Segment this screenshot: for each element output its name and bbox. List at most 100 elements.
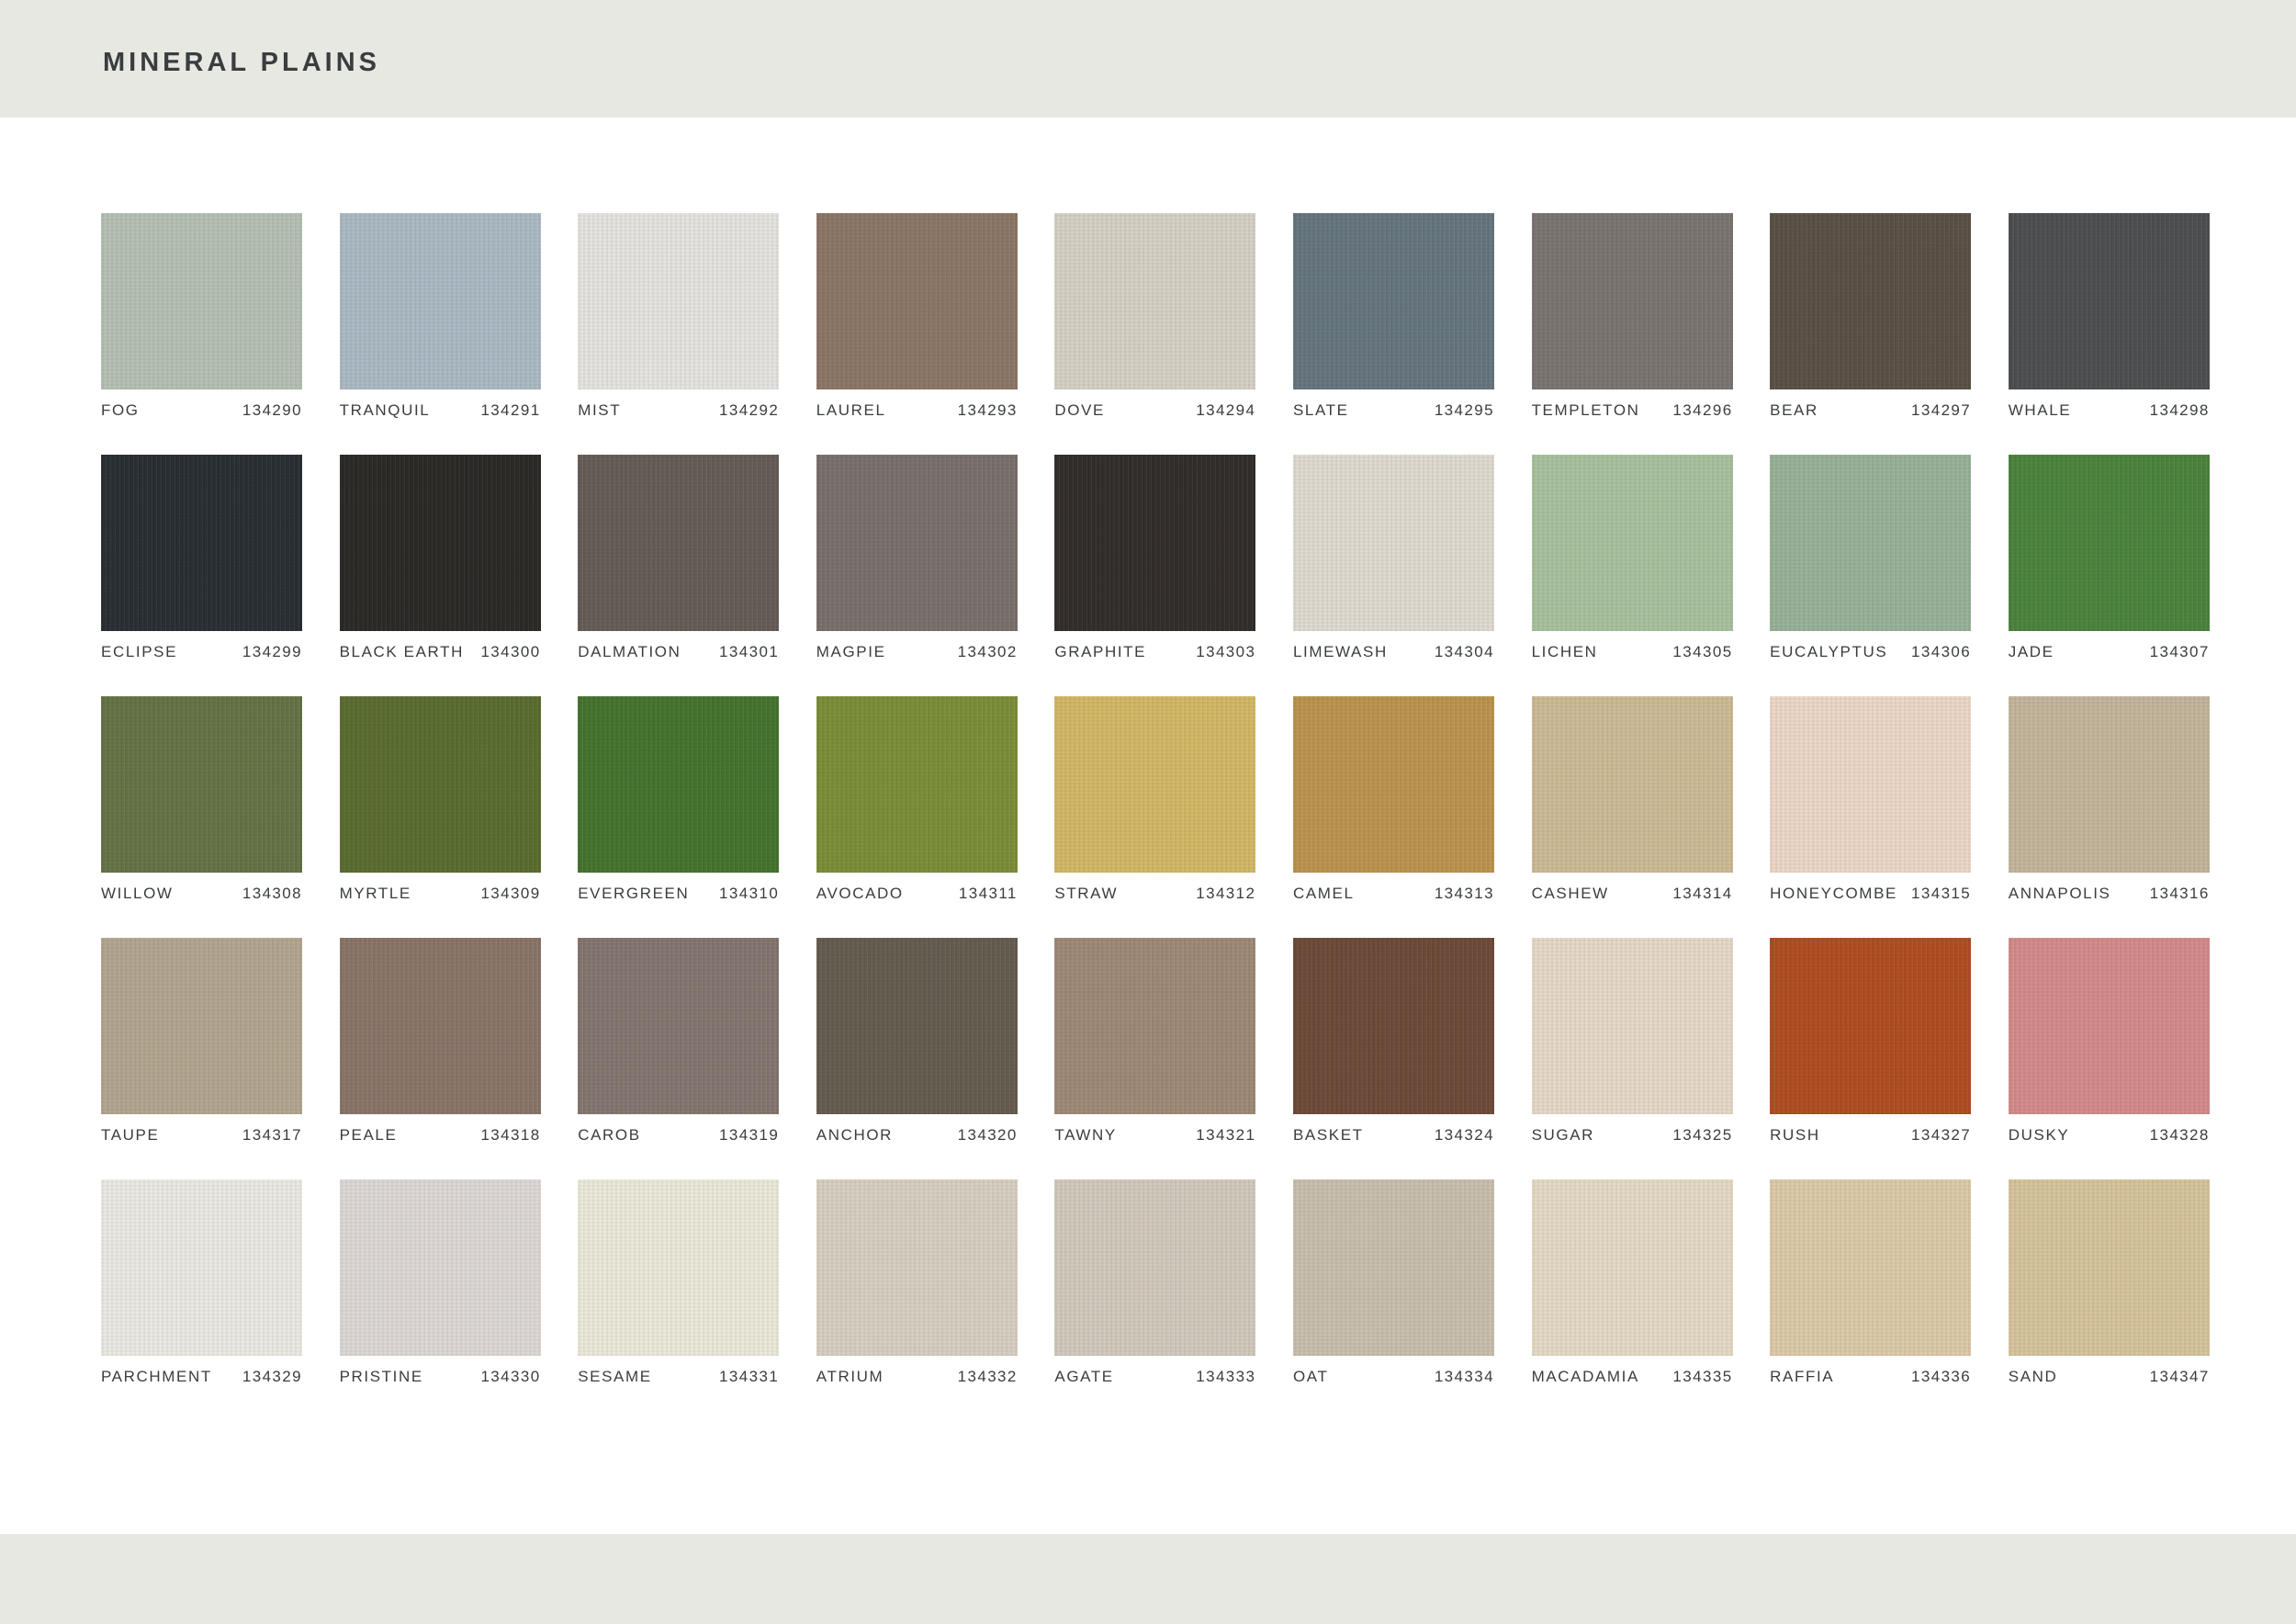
swatch-code: 134334	[1434, 1368, 1494, 1385]
swatch-card[interactable]: CAMEL 134313	[1292, 696, 1494, 938]
swatch-card[interactable]: PARCHMENT 134329	[101, 1179, 302, 1421]
swatch-name: JADE	[2008, 643, 2054, 660]
swatch-sample	[101, 696, 302, 873]
swatch-name: CASHEW	[1531, 885, 1609, 902]
swatch-card[interactable]: DUSKY 134328	[2008, 938, 2210, 1179]
swatch-card[interactable]: BLACK EARTH 134300	[339, 455, 541, 696]
swatch-card[interactable]: SAND 134347	[2008, 1179, 2210, 1421]
swatch-name: FOG	[101, 401, 140, 419]
swatch-code: 134302	[957, 643, 1018, 660]
swatch-name: TAUPE	[101, 1126, 160, 1144]
swatch-name: RUSH	[1770, 1126, 1820, 1144]
swatch-card[interactable]: SESAME 134331	[578, 1179, 780, 1421]
swatch-sample	[578, 696, 780, 873]
swatch-card[interactable]: TAUPE 134317	[101, 938, 302, 1179]
swatch-card[interactable]: DOVE 134294	[1054, 213, 1256, 455]
swatch-card[interactable]: WILLOW 134308	[101, 696, 302, 938]
swatch-card[interactable]: ANNAPOLIS 134316	[2008, 696, 2210, 938]
swatch-meta: TAWNY 134321	[1054, 1126, 1255, 1145]
swatch-meta: HONEYCOMBE 134315	[1770, 885, 1971, 903]
swatch-card[interactable]: FOG 134290	[101, 213, 302, 455]
swatch-meta: LICHEN 134305	[1532, 643, 1733, 661]
swatch-card[interactable]: ATRIUM 134332	[816, 1179, 1018, 1421]
swatch-card[interactable]: MIST 134292	[578, 213, 780, 455]
swatch-card[interactable]: EVERGREEN 134310	[578, 696, 780, 938]
swatch-code: 134300	[480, 643, 541, 660]
swatch-sample	[1770, 455, 1972, 631]
swatch-card[interactable]: WHALE 134298	[2008, 213, 2210, 455]
swatch-name: DUSKY	[2008, 1126, 2070, 1144]
swatch-meta: MIST 134292	[578, 401, 779, 420]
swatch-name: BASKET	[1292, 1126, 1364, 1144]
swatch-code: 134320	[957, 1126, 1018, 1144]
swatch-card[interactable]: EUCALYPTUS 134306	[1770, 455, 1972, 696]
swatch-code: 134319	[719, 1126, 780, 1144]
swatch-name: DOVE	[1054, 401, 1105, 419]
swatch-card[interactable]: PEALE 134318	[339, 938, 541, 1179]
swatch-name: SLATE	[1292, 401, 1349, 419]
swatch-card[interactable]: CASHEW 134314	[1531, 696, 1733, 938]
swatch-name: WILLOW	[101, 885, 174, 902]
swatch-code: 134290	[242, 401, 302, 419]
swatch-card[interactable]: LIMEWASH 134304	[1292, 455, 1494, 696]
swatch-name: BLACK EARTH	[339, 643, 464, 660]
swatch-meta: CAROB 134319	[578, 1126, 779, 1145]
swatch-card[interactable]: LICHEN 134305	[1531, 455, 1733, 696]
swatch-code: 134307	[2149, 643, 2210, 660]
swatch-meta: ANNAPOLIS 134316	[2009, 885, 2210, 903]
swatch-sample	[2008, 696, 2210, 873]
swatch-meta: DUSKY 134328	[2009, 1126, 2210, 1145]
swatch-meta: GRAPHITE 134303	[1054, 643, 1255, 661]
swatch-sample	[339, 213, 541, 389]
swatch-card[interactable]: MAGPIE 134302	[816, 455, 1018, 696]
swatch-code: 134308	[242, 885, 302, 902]
swatch-card[interactable]: PRISTINE 134330	[339, 1179, 541, 1421]
swatch-meta: WILLOW 134308	[101, 885, 302, 903]
swatch-code: 134311	[958, 885, 1018, 902]
swatch-sample	[1531, 938, 1733, 1114]
swatch-card[interactable]: CAROB 134319	[578, 938, 780, 1179]
swatch-card[interactable]: RAFFIA 134336	[1770, 1179, 1972, 1421]
swatch-meta: SLATE 134295	[1293, 401, 1494, 420]
swatch-sample	[1292, 213, 1494, 389]
swatch-card[interactable]: DALMATION 134301	[578, 455, 780, 696]
swatch-name: LAUREL	[816, 401, 886, 419]
swatch-meta: CAMEL 134313	[1293, 885, 1494, 903]
swatch-name: ECLIPSE	[101, 643, 178, 660]
swatch-meta: MYRTLE 134309	[340, 885, 541, 903]
page-header: MINERAL PLAINS	[0, 0, 2296, 118]
swatch-sample	[1770, 213, 1972, 389]
swatch-sample	[101, 213, 302, 389]
swatch-card[interactable]: MYRTLE 134309	[339, 696, 541, 938]
swatch-code: 134317	[242, 1126, 302, 1144]
swatch-card[interactable]: GRAPHITE 134303	[1054, 455, 1256, 696]
swatch-card[interactable]: BASKET 134324	[1292, 938, 1494, 1179]
swatch-card[interactable]: SUGAR 134325	[1531, 938, 1733, 1179]
swatch-card[interactable]: RUSH 134327	[1770, 938, 1972, 1179]
swatch-card[interactable]: ANCHOR 134320	[816, 938, 1018, 1179]
swatch-card[interactable]: MACADAMIA 134335	[1531, 1179, 1733, 1421]
swatch-card[interactable]: AGATE 134333	[1054, 1179, 1256, 1421]
swatch-name: EUCALYPTUS	[1770, 643, 1888, 660]
swatch-card[interactable]: JADE 134307	[2008, 455, 2210, 696]
swatch-card[interactable]: AVOCADO 134311	[816, 696, 1018, 938]
swatch-name: ANNAPOLIS	[2008, 885, 2111, 902]
swatch-card[interactable]: OAT 134334	[1292, 1179, 1494, 1421]
swatch-card[interactable]: HONEYCOMBE 134315	[1770, 696, 1972, 938]
swatch-card[interactable]: STRAW 134312	[1054, 696, 1256, 938]
swatch-card[interactable]: SLATE 134295	[1292, 213, 1494, 455]
swatch-name: TAWNY	[1054, 1126, 1117, 1144]
swatch-card[interactable]: BEAR 134297	[1770, 213, 1972, 455]
swatch-meta: PEALE 134318	[340, 1126, 541, 1145]
swatch-card[interactable]: TRANQUIL 134291	[339, 213, 541, 455]
swatch-meta: PARCHMENT 134329	[101, 1368, 302, 1386]
swatch-sample	[1054, 696, 1256, 873]
swatch-card[interactable]: ECLIPSE 134299	[101, 455, 302, 696]
swatch-name: OAT	[1292, 1368, 1329, 1385]
swatch-card[interactable]: TAWNY 134321	[1054, 938, 1256, 1179]
swatch-card[interactable]: TEMPLETON 134296	[1531, 213, 1733, 455]
swatch-sample	[339, 938, 541, 1114]
swatch-card[interactable]: LAUREL 134293	[816, 213, 1018, 455]
swatch-sample	[1054, 455, 1256, 631]
swatch-meta: TRANQUIL 134291	[340, 401, 541, 420]
